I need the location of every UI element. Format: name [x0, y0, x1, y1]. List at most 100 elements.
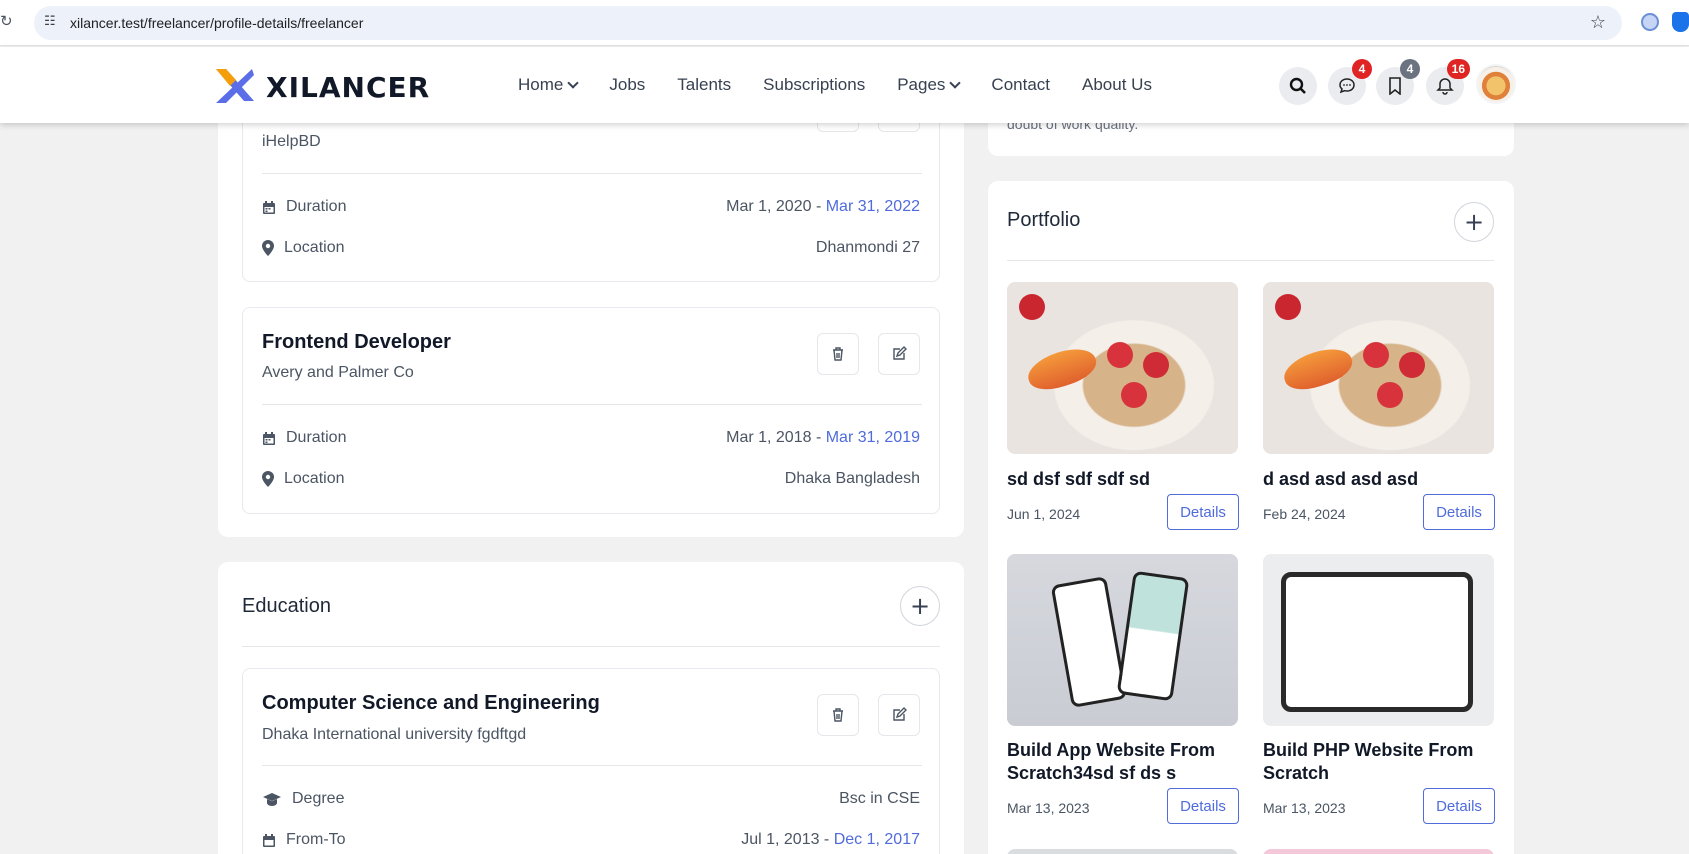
avatar[interactable] — [1476, 64, 1516, 104]
search-button[interactable] — [1279, 67, 1317, 105]
map-pin-icon — [262, 240, 274, 256]
bookmark-icon — [1389, 77, 1401, 95]
notifications-button[interactable]: 16 — [1426, 59, 1470, 105]
portfolio-card: Portfolio + sd dsf sdf sdf sd Jun 1, 202… — [988, 181, 1514, 854]
bookmark-star-icon[interactable]: ☆ — [1590, 12, 1606, 33]
company-name: iHelpBD — [262, 133, 321, 150]
plus-icon: + — [1463, 208, 1485, 236]
fromto-label: From-To — [262, 831, 346, 849]
divider — [262, 765, 922, 766]
brand-name[interactable]: XILANCER — [266, 71, 430, 104]
password-manager-icon[interactable] — [1672, 12, 1689, 32]
nav-pages-label: Pages — [897, 75, 946, 94]
location-value: Dhaka Bangladesh — [784, 470, 920, 487]
fromto-value: Jul 1, 2013 - Dec 1, 2017 — [741, 831, 920, 849]
messages-button[interactable]: 4 — [1328, 59, 1372, 105]
trash-icon — [833, 708, 843, 722]
divider — [1007, 260, 1494, 261]
fromto-label-text: From-To — [286, 831, 346, 848]
divider — [242, 646, 940, 647]
search-icon — [1289, 77, 1306, 94]
reload-icon[interactable]: ↻ — [0, 12, 16, 34]
delete-button[interactable] — [817, 694, 859, 736]
nav-talents[interactable]: Talents — [677, 75, 731, 95]
nav-about[interactable]: About Us — [1082, 75, 1152, 95]
plus-icon: + — [909, 592, 931, 620]
location-label-text: Location — [284, 239, 345, 256]
experience-card: iHelpBD Duration Mar 1, 2020 - Mar 31, 2… — [218, 90, 964, 537]
url-text[interactable]: xilancer.test/freelancer/profile-details… — [70, 15, 363, 31]
nav-contact[interactable]: Contact — [991, 75, 1050, 95]
portfolio-image[interactable] — [1007, 282, 1238, 454]
messages-badge: 4 — [1352, 59, 1372, 79]
portfolio-image[interactable] — [1007, 554, 1238, 726]
portfolio-image[interactable] — [1263, 282, 1494, 454]
edit-icon — [893, 346, 907, 360]
portfolio-date: Jun 1, 2024 — [1007, 506, 1081, 522]
education-card: Education + Computer Science and Enginee… — [218, 562, 964, 854]
calendar-icon — [263, 431, 275, 445]
nav-jobs[interactable]: Jobs — [609, 75, 645, 95]
nav-pages[interactable]: Pages — [897, 75, 962, 95]
portfolio-date: Mar 13, 2023 — [1007, 800, 1090, 816]
portfolio-title[interactable]: Build PHP Website From Scratch — [1263, 739, 1498, 785]
nav-subscriptions[interactable]: Subscriptions — [763, 75, 865, 95]
edit-button[interactable] — [878, 333, 920, 375]
portfolio-title[interactable]: d asd asd asd asd — [1263, 468, 1498, 491]
duration-label-text: Duration — [286, 198, 347, 215]
education-heading: Education — [242, 595, 331, 617]
duration-start: Mar 1, 2018 - — [726, 429, 822, 446]
bookmarks-badge: 4 — [1400, 59, 1420, 79]
add-education-button[interactable]: + — [900, 586, 940, 626]
divider — [262, 404, 922, 405]
duration-label: Duration — [262, 429, 346, 447]
divider — [262, 173, 922, 174]
edit-icon — [893, 707, 907, 721]
edit-button[interactable] — [878, 694, 920, 736]
calendar-icon — [263, 200, 275, 214]
fromto-start: Jul 1, 2013 - — [741, 831, 830, 848]
portfolio-date: Feb 24, 2024 — [1263, 506, 1346, 522]
duration-value: Mar 1, 2018 - Mar 31, 2019 — [726, 429, 920, 447]
duration-start: Mar 1, 2020 - — [726, 198, 822, 215]
graduation-cap-icon — [263, 792, 281, 806]
browser-toolbar: ↻ ☷ xilancer.test/freelancer/profile-det… — [0, 0, 1689, 46]
site-settings-icon[interactable]: ☷ — [44, 14, 62, 32]
experience-item: iHelpBD Duration Mar 1, 2020 - Mar 31, 2… — [242, 90, 940, 282]
logo-icon[interactable] — [214, 67, 256, 105]
degree-label: Degree — [262, 790, 344, 808]
main-nav: Home Jobs Talents Subscriptions Pages Co… — [518, 75, 1184, 95]
trash-icon — [833, 347, 843, 361]
delete-button[interactable] — [817, 333, 859, 375]
portfolio-title[interactable]: sd dsf sdf sdf sd — [1007, 468, 1242, 491]
details-button[interactable]: Details — [1423, 494, 1495, 530]
location-value: Dhanmondi 27 — [815, 239, 920, 256]
duration-label: Duration — [262, 198, 346, 216]
portfolio-date: Mar 13, 2023 — [1263, 800, 1346, 816]
institution-name: Dhaka International university fgdftgd — [262, 726, 527, 743]
portfolio-title[interactable]: Build App Website From Scratch34sd sf ds… — [1007, 739, 1242, 785]
duration-end: Mar 31, 2019 — [825, 429, 920, 446]
details-button[interactable]: Details — [1423, 788, 1495, 824]
calendar-icon — [263, 833, 275, 847]
duration-value: Mar 1, 2020 - Mar 31, 2022 — [726, 198, 920, 216]
location-label: Location — [262, 239, 345, 257]
notifications-badge: 16 — [1446, 59, 1470, 79]
portfolio-image[interactable] — [1007, 849, 1238, 854]
company-name: Avery and Palmer Co — [262, 364, 414, 381]
details-button[interactable]: Details — [1167, 494, 1239, 530]
portfolio-heading: Portfolio — [1007, 209, 1081, 231]
bookmarks-button[interactable]: 4 — [1376, 59, 1420, 105]
degree-label-text: Degree — [292, 790, 345, 807]
add-portfolio-button[interactable]: + — [1454, 202, 1494, 242]
address-bar[interactable]: ☷ xilancer.test/freelancer/profile-detai… — [34, 6, 1622, 40]
portfolio-image[interactable] — [1263, 849, 1494, 854]
nav-home[interactable]: Home — [518, 75, 580, 95]
extension-icon[interactable] — [1641, 13, 1659, 31]
details-button[interactable]: Details — [1167, 788, 1239, 824]
chat-icon — [1339, 78, 1355, 94]
portfolio-image[interactable] — [1263, 554, 1494, 726]
degree-value: Bsc in CSE — [839, 790, 920, 807]
site-header: XILANCER Home Jobs Talents Subscriptions… — [0, 47, 1689, 123]
duration-label-text: Duration — [286, 429, 347, 446]
